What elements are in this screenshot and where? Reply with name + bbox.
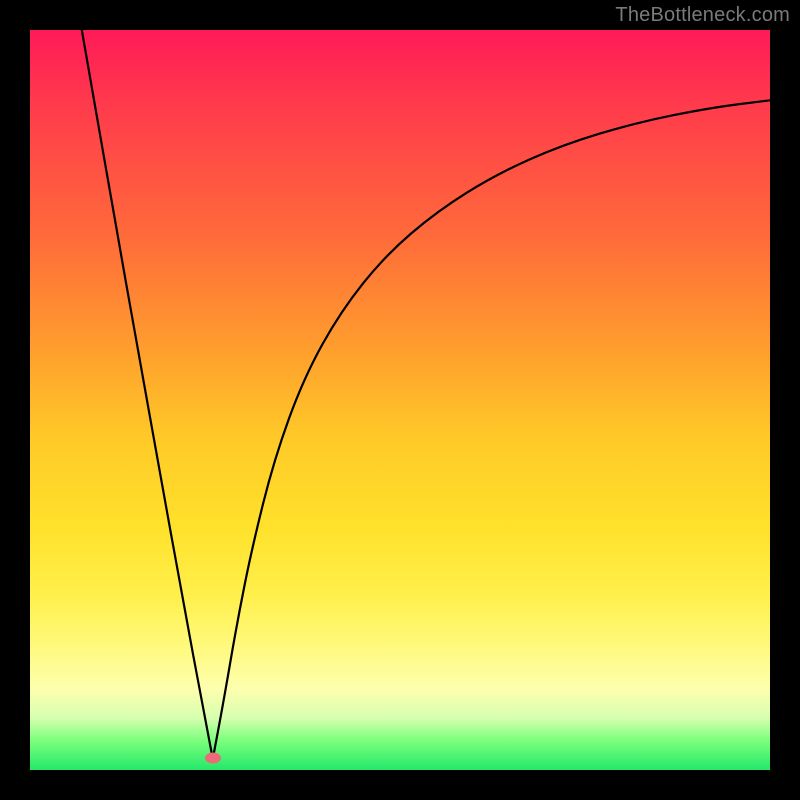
plot-area — [30, 30, 770, 770]
curve-left-branch — [82, 30, 213, 759]
chart-frame: TheBottleneck.com — [0, 0, 800, 800]
minimum-marker — [205, 753, 221, 764]
bottleneck-curve — [30, 30, 770, 770]
curve-right-branch — [213, 100, 770, 759]
watermark-text: TheBottleneck.com — [615, 4, 790, 27]
